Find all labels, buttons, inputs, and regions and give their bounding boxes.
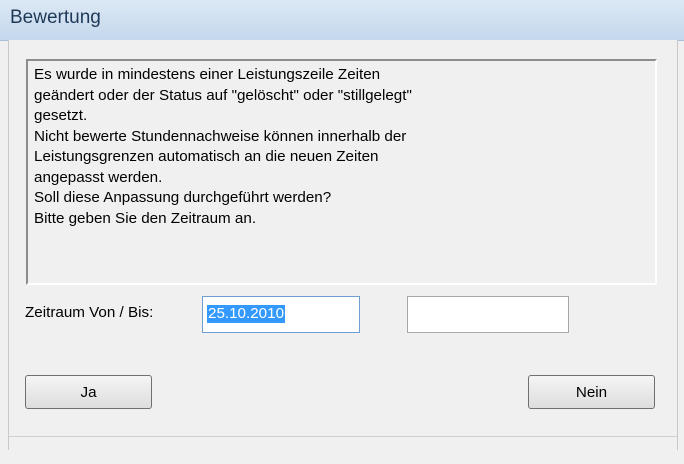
message-line: gesetzt. — [34, 107, 88, 124]
message-line: geändert oder der Status auf "gelöscht" … — [34, 86, 412, 104]
message-panel: Es wurde in mindestens einer Leistungsze… — [26, 59, 657, 285]
period-label: Zeitraum Von / Bis: — [25, 304, 154, 321]
message-line: Bitte geben Sie den Zeitraum an. — [34, 209, 257, 227]
divider — [9, 436, 677, 437]
message-line: Soll diese Anpassung durchgeführt werden… — [34, 189, 332, 206]
message-line: angepasst werden. — [34, 168, 163, 186]
no-button-label: Nein — [575, 383, 608, 401]
period-from-value: 25.10.2010 — [207, 305, 286, 323]
period-to-input[interactable] — [407, 296, 569, 333]
yes-button[interactable]: Ja — [25, 375, 152, 409]
message-line: Es wurde in mindestens einer Leistungsze… — [34, 66, 381, 83]
window-title: Bewertung — [10, 7, 101, 28]
title-bar: Bewertung — [0, 0, 684, 41]
dialog-body: Es wurde in mindestens einer Leistungsze… — [8, 40, 678, 450]
message-line: Nicht bewerte Stundennachweise können in… — [34, 127, 407, 145]
yes-button-label: Ja — [80, 383, 97, 401]
message-text: Es wurde in mindestens einer Leistungsze… — [34, 65, 412, 229]
message-line: Leistungsgrenzen automatisch an die neue… — [34, 148, 379, 165]
period-from-input[interactable]: 25.10.2010 — [202, 296, 360, 333]
no-button[interactable]: Nein — [528, 375, 655, 409]
